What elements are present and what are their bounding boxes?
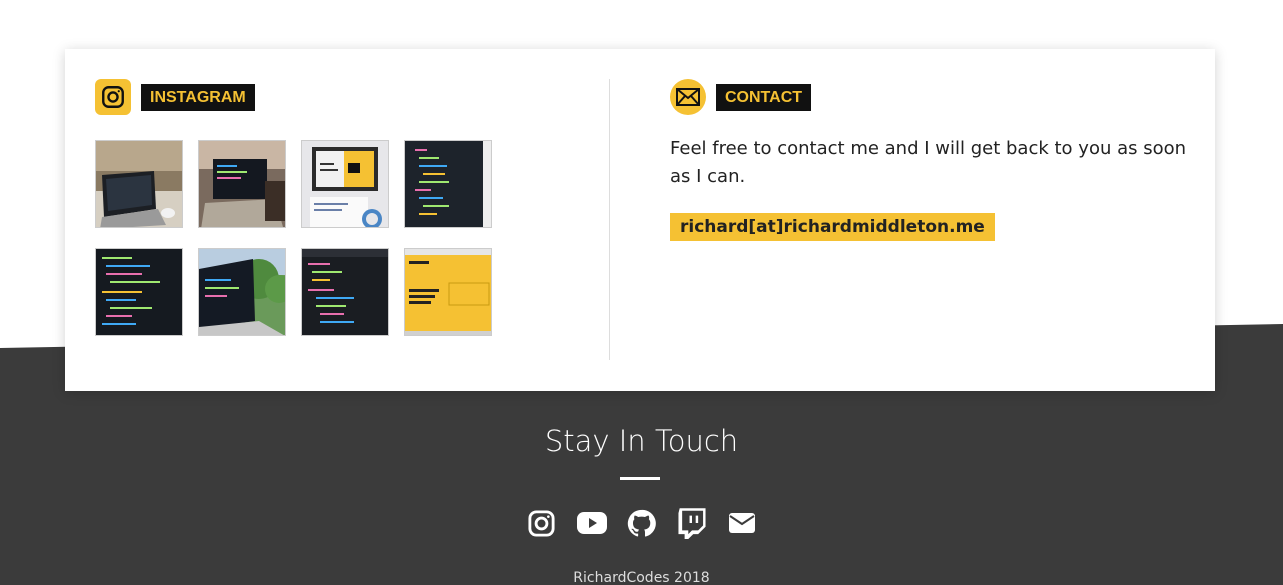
- youtube-icon[interactable]: [576, 505, 608, 541]
- contact-header: CONTACT: [670, 79, 812, 115]
- footer-divider: [620, 477, 660, 480]
- instagram-title: INSTAGRAM: [141, 83, 255, 111]
- instagram-thumb-4[interactable]: [404, 140, 492, 228]
- instagram-icon: [95, 79, 131, 115]
- instagram-thumb-2[interactable]: [198, 140, 286, 228]
- instagram-thumb-1[interactable]: [95, 140, 183, 228]
- copyright-text: RichardCodes 2018: [573, 570, 710, 585]
- contact-email-link[interactable]: richard[at]richardmiddleton.me: [670, 213, 995, 241]
- envelope-icon: [670, 79, 706, 115]
- info-card: INSTAGRAM CONTACT Feel free to contact m…: [65, 49, 1215, 391]
- contact-title: CONTACT: [716, 83, 812, 111]
- twitch-icon[interactable]: [676, 505, 708, 541]
- instagram-thumb-5[interactable]: [95, 248, 183, 336]
- instagram-header: INSTAGRAM: [95, 79, 255, 115]
- contact-description: Feel free to contact me and I will get b…: [670, 138, 1187, 187]
- instagram-icon[interactable]: [526, 505, 558, 541]
- github-icon[interactable]: [626, 505, 658, 541]
- instagram-grid: [95, 140, 495, 338]
- instagram-thumb-6[interactable]: [198, 248, 286, 336]
- envelope-icon[interactable]: [726, 505, 758, 541]
- instagram-thumb-3[interactable]: [301, 140, 389, 228]
- footer-title: Stay In Touch: [544, 424, 739, 458]
- instagram-thumb-8[interactable]: [404, 248, 492, 336]
- social-links: [0, 505, 1283, 541]
- section-divider: [609, 79, 610, 360]
- instagram-thumb-7[interactable]: [301, 248, 389, 336]
